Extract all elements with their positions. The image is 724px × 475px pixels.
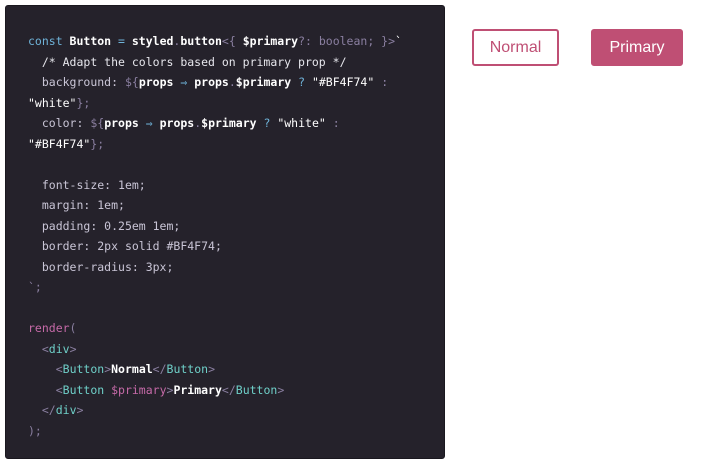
code-line-2: /* Adapt the colors based on primary pro… <box>41 54 347 69</box>
code-line-20: ); <box>28 423 42 438</box>
code-line-17: <Button>Normal</Button> <box>55 362 216 376</box>
code-editor[interactable]: const Button = styled.button<{ $primary?… <box>5 5 445 459</box>
code-line-10: padding: 0.25em 1em; <box>41 218 181 233</box>
code-line-5: color: ${props ⇒ props.$primary ? "white… <box>41 116 340 130</box>
code-line-12: border-radius: 3px; <box>41 259 174 274</box>
code-line-15: render( <box>28 321 77 335</box>
primary-button[interactable]: Primary <box>591 29 683 66</box>
code-line-9: margin: 1em; <box>41 198 125 212</box>
code-line-1: const Button = styled.button<{ $primary?… <box>28 34 402 48</box>
code-line-11: border: 2px solid #BF4F74; <box>41 239 222 253</box>
normal-button[interactable]: Normal <box>472 29 559 66</box>
code-line-18: <Button $primary>Primary</Button> <box>55 382 285 397</box>
code-line-6: "#BF4F74"}; <box>28 136 105 151</box>
code-line-13: `; <box>28 280 42 294</box>
code-line-3: background: ${props ⇒ props.$primary ? "… <box>41 75 389 89</box>
code-line-19: </div> <box>41 403 84 417</box>
code-line-8: font-size: 1em; <box>41 177 146 192</box>
code-line-4: "white"}; <box>28 95 91 110</box>
code-line-16: <div> <box>41 341 77 356</box>
code-block: const Button = styled.button<{ $primary?… <box>28 31 438 441</box>
